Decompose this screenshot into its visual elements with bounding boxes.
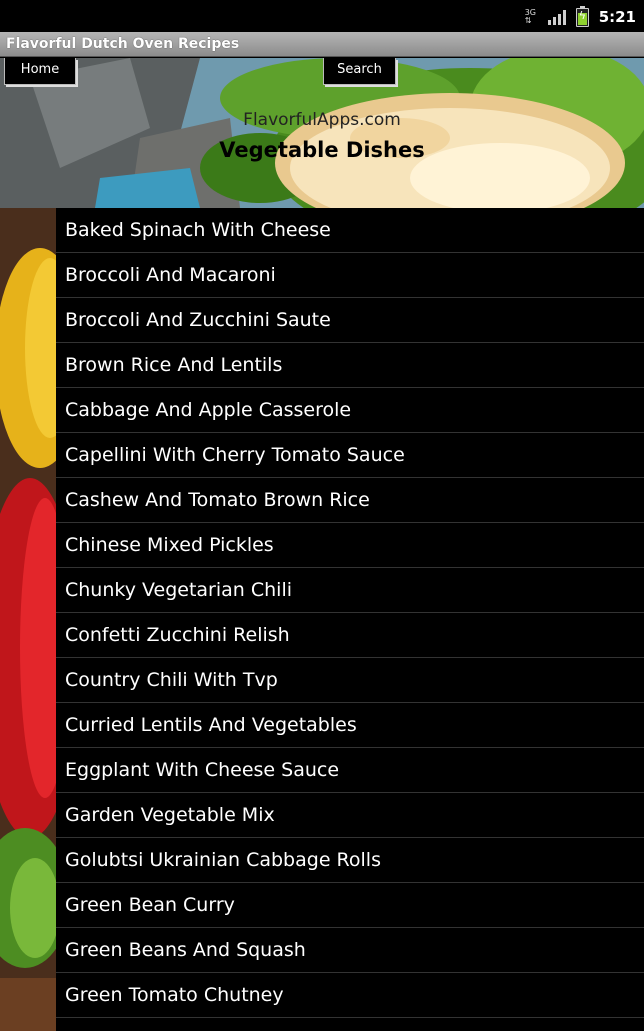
- search-button[interactable]: Search: [323, 58, 396, 85]
- recipe-list-item[interactable]: Brown Rice And Lentils: [56, 343, 644, 388]
- site-label: FlavorfulApps.com: [243, 110, 401, 130]
- recipe-list-item[interactable]: Green Beans And Squash: [56, 928, 644, 973]
- header-banner: Home Search FlavorfulApps.com Vegetable …: [0, 58, 644, 208]
- recipe-list-item[interactable]: Confetti Zucchini Relish: [56, 613, 644, 658]
- battery-charging-icon: ϟ: [575, 5, 589, 27]
- signal-strength-icon: [547, 9, 566, 25]
- recipe-list-item[interactable]: Baked Spinach With Cheese: [56, 208, 644, 253]
- recipe-list-item[interactable]: Country Chili With Tvp: [56, 658, 644, 703]
- background-vegetables-image: [0, 208, 56, 1031]
- recipe-list-item[interactable]: Cabbage And Apple Casserole: [56, 388, 644, 433]
- section-title: Vegetable Dishes: [219, 138, 425, 162]
- recipe-list-item[interactable]: Broccoli And Macaroni: [56, 253, 644, 298]
- recipe-list-item[interactable]: Garden Vegetable Mix: [56, 793, 644, 838]
- recipe-list-item[interactable]: Green Bean Curry: [56, 883, 644, 928]
- header-background-image: [0, 58, 644, 208]
- status-icons: 3G ⇅ ϟ 5:21: [524, 5, 636, 28]
- status-bar: 3G ⇅ ϟ 5:21: [0, 0, 644, 32]
- recipe-list-item[interactable]: Capellini With Cherry Tomato Sauce: [56, 433, 644, 478]
- recipe-list-item[interactable]: Green Tomato Chutney: [56, 973, 644, 1018]
- recipe-list: Baked Spinach With Cheese Broccoli And Ma…: [56, 208, 644, 1031]
- status-time: 5:21: [598, 8, 636, 26]
- recipe-list-item[interactable]: Broccoli And Zucchini Saute: [56, 298, 644, 343]
- data-network-icon: 3G ⇅: [524, 8, 536, 25]
- recipe-list-item[interactable]: Eggplant With Cheese Sauce: [56, 748, 644, 793]
- recipe-list-item[interactable]: Curried Lentils And Vegetables: [56, 703, 644, 748]
- home-button[interactable]: Home: [4, 58, 76, 85]
- recipe-list-item[interactable]: Cashew And Tomato Brown Rice: [56, 478, 644, 523]
- app-title: Flavorful Dutch Oven Recipes: [0, 32, 644, 57]
- recipe-list-item[interactable]: Chinese Mixed Pickles: [56, 523, 644, 568]
- recipe-list-item[interactable]: Golubtsi Ukrainian Cabbage Rolls: [56, 838, 644, 883]
- recipe-list-item[interactable]: Chunky Vegetarian Chili: [56, 568, 644, 613]
